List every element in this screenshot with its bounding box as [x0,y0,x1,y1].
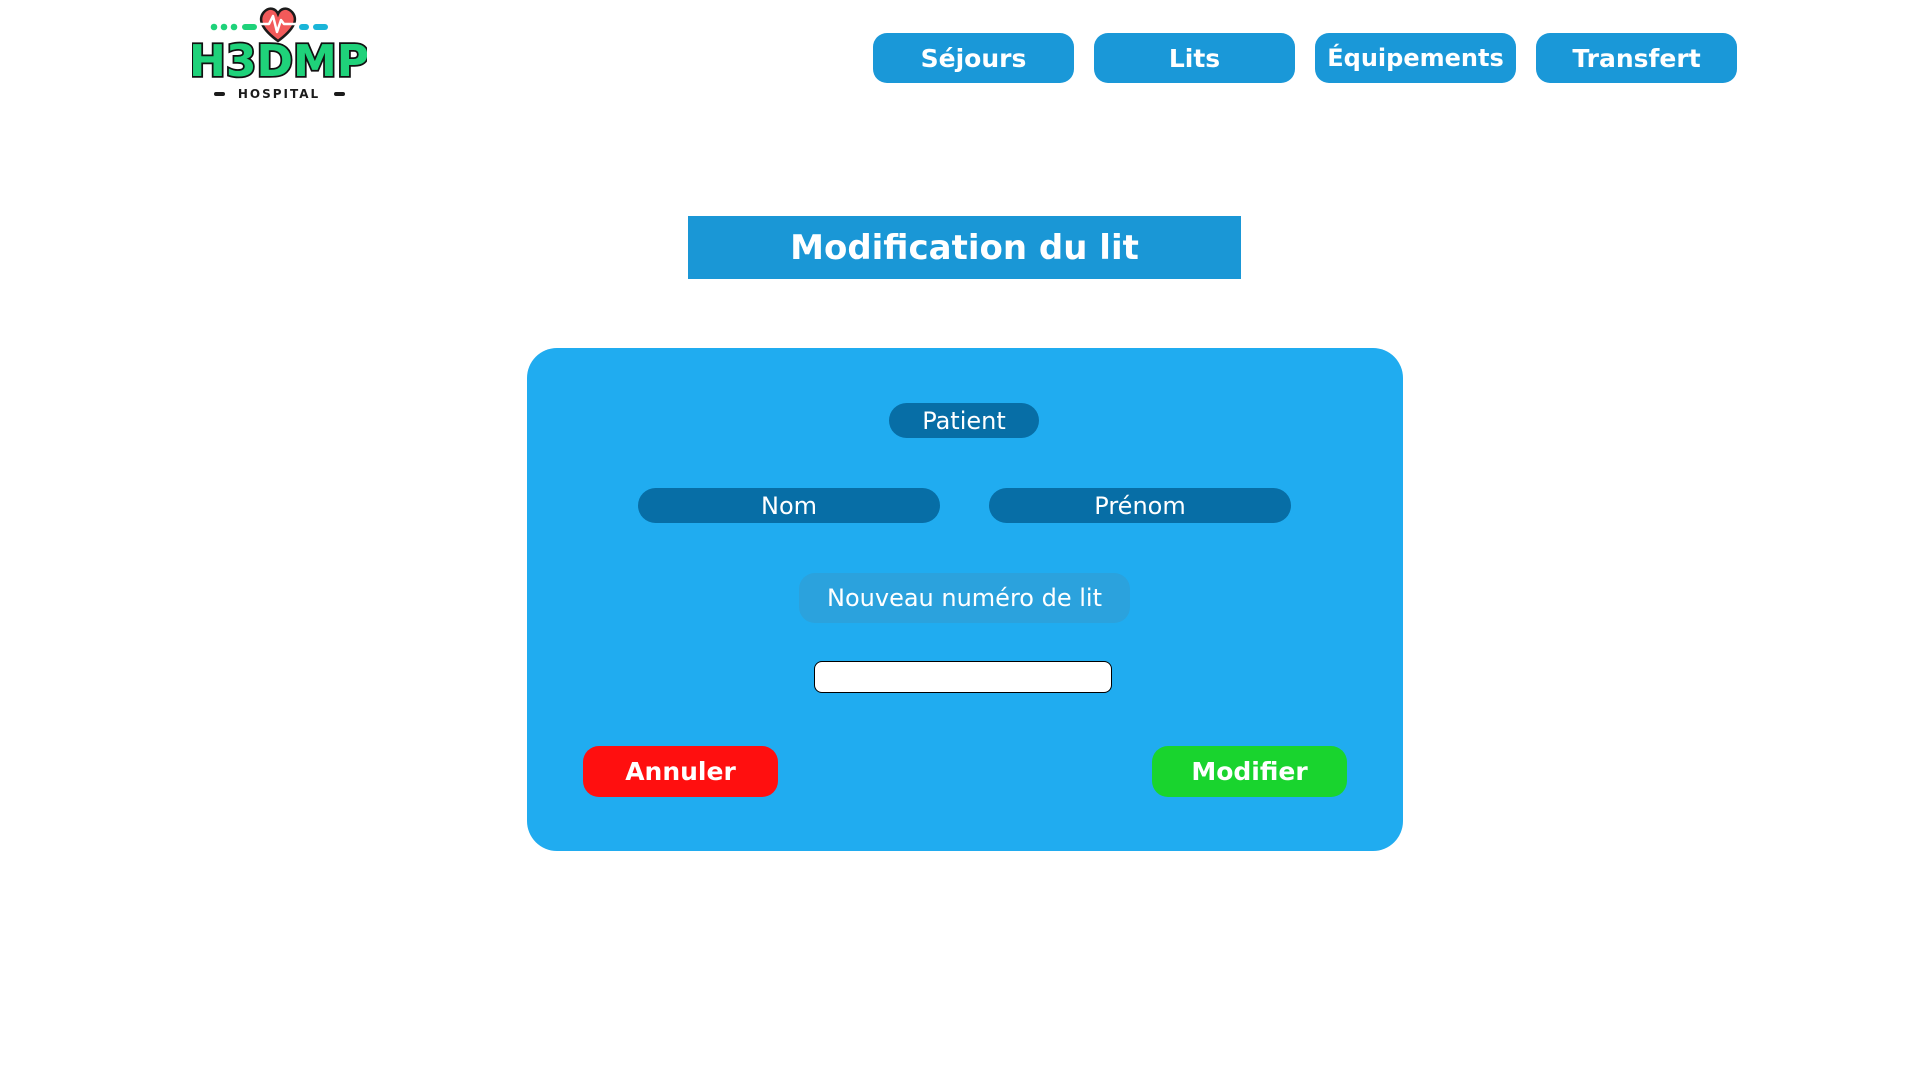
nav-transfert-button[interactable]: Transfert [1536,33,1737,83]
logo-graphic: H3DMP HOSPITAL [192,7,367,101]
new-bed-number-input[interactable] [814,661,1112,693]
new-bed-number-label: Nouveau numéro de lit [799,573,1130,623]
patient-prenom-field: Prénom [989,488,1291,523]
page-title: Modification du lit [688,216,1241,279]
nav-sejours-button[interactable]: Séjours [873,33,1074,83]
logo-subtitle: HOSPITAL [238,87,320,101]
nav-equipements-button[interactable]: Équipements [1315,33,1516,83]
cancel-button[interactable]: Annuler [583,746,778,797]
bed-edit-form-card: Patient Nom Prénom Nouveau numéro de lit… [527,348,1403,851]
patient-nom-field: Nom [638,488,940,523]
modify-button[interactable]: Modifier [1152,746,1347,797]
logo-title: H3DMP [192,36,367,87]
patient-section-label: Patient [889,403,1039,438]
nav-lits-button[interactable]: Lits [1094,33,1295,83]
page-root: H3DMP HOSPITAL Séjours Lits Équipements … [0,0,1920,1080]
hospital-logo[interactable]: H3DMP HOSPITAL [192,0,367,105]
